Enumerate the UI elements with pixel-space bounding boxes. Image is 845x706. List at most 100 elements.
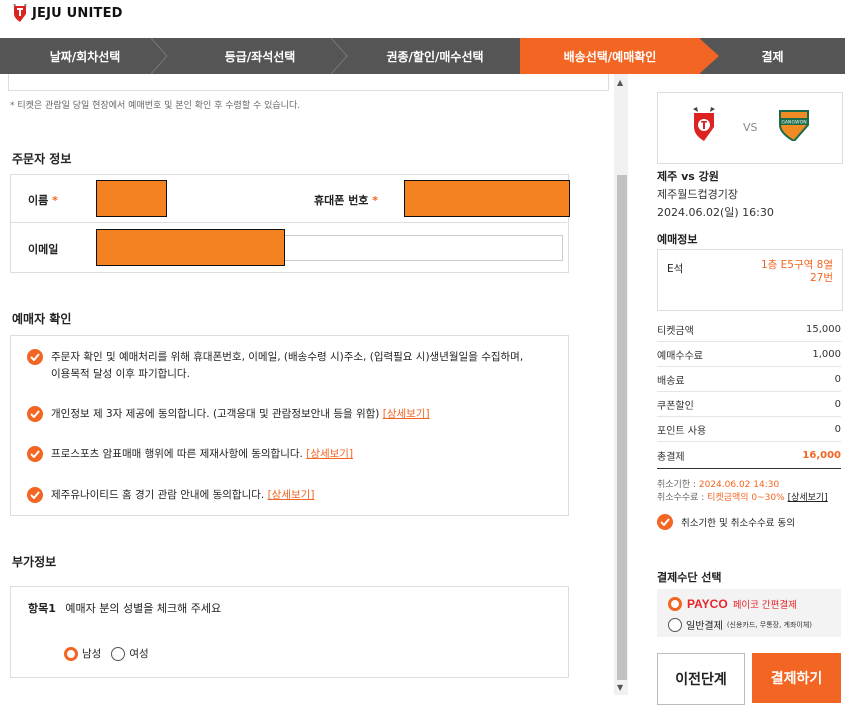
cancel-deadline-label: 취소기한 : bbox=[657, 480, 699, 490]
prev-step-button[interactable]: 이전단계 bbox=[657, 653, 745, 705]
step-seat: 등급/좌석선택 bbox=[170, 38, 350, 74]
detail-link[interactable]: [상세보기] bbox=[268, 489, 315, 501]
match-title: 제주 vs 강원 bbox=[657, 170, 719, 183]
step-label: 등급/좌석선택 bbox=[224, 49, 296, 64]
email-redacted bbox=[96, 229, 285, 266]
general-note: (신용카드, 무통장, 계좌이체) bbox=[726, 620, 813, 629]
step-date: 날짜/회차선택 bbox=[0, 38, 170, 74]
step-label: 결제 bbox=[761, 49, 784, 64]
price-label: 티켓금액 bbox=[657, 325, 694, 337]
pickup-notice: * 티켓은 관람일 당일 현장에서 예매번호 및 본인 확인 후 수령할 수 있… bbox=[10, 101, 301, 111]
price-list: 티켓금액 15,000 예매수수료 1,000 배송료 0 쿠폰할인 0 포인트 사용 0… bbox=[657, 317, 841, 469]
agree-text: 프로스포츠 암표매매 행위에 따른 제재사항에 동의합니다. bbox=[51, 448, 303, 460]
step-progress-bar: 날짜/회차선택 등급/좌석선택 권종/할인/매수선택 배송선택/예매확인 결제 bbox=[0, 38, 845, 74]
check-icon[interactable] bbox=[27, 487, 43, 503]
divider bbox=[11, 222, 567, 223]
cancel-agree-text: 취소기한 및 취소수수료 동의 bbox=[681, 518, 795, 529]
scroll-up-icon[interactable]: ▲ bbox=[617, 78, 623, 87]
payment-payco-option[interactable]: PAYCO 페이코 간편결제 bbox=[668, 597, 797, 611]
agree-text: 이용목적 달성 이후 파기합니다. bbox=[51, 368, 190, 380]
option-female-label[interactable]: 여성 bbox=[129, 646, 148, 661]
payco-logo: PAYCO bbox=[687, 597, 728, 611]
cancel-agree-item[interactable]: 취소기한 및 취소수수료 동의 bbox=[657, 514, 795, 530]
step-label: 날짜/회차선택 bbox=[49, 49, 121, 64]
radio-payco[interactable] bbox=[668, 597, 682, 611]
seat-line1: 1층 E5구역 8열 bbox=[761, 259, 833, 271]
match-logos-box: VS GANGWON bbox=[657, 92, 843, 164]
step-payment: 결제 bbox=[700, 38, 845, 74]
radio-male[interactable] bbox=[64, 646, 78, 661]
price-value: 0 bbox=[834, 398, 841, 410]
step-chevron-icon bbox=[330, 38, 348, 74]
jeju-emblem-icon bbox=[13, 4, 27, 22]
detail-link[interactable]: [상세보기] bbox=[383, 408, 430, 420]
price-label: 포인트 사용 bbox=[657, 425, 707, 437]
agree-scalping-item[interactable]: 프로스포츠 암표매매 행위에 따른 제재사항에 동의합니다. [상세보기] bbox=[27, 446, 557, 463]
step-chevron-icon bbox=[150, 38, 168, 74]
price-row-delivery: 배송료 0 bbox=[657, 367, 841, 392]
radio-general[interactable] bbox=[668, 617, 682, 632]
phone-label-text: 휴대폰 번호 bbox=[314, 194, 369, 207]
option-male-label[interactable]: 남성 bbox=[82, 646, 101, 661]
cancel-deadline-value: 2024.06.02 14:30 bbox=[698, 480, 780, 490]
price-row-point: 포인트 사용 0 bbox=[657, 417, 841, 442]
match-venue: 제주월드컵경기장 bbox=[657, 188, 738, 201]
gender-options: 남성 여성 bbox=[64, 646, 149, 661]
brand-logo[interactable]: JEJU UNITED bbox=[12, 2, 123, 24]
item-question: 예매자 분의 성별을 체크해 주세요 bbox=[65, 602, 222, 615]
confirm-title: 예매자 확인 bbox=[12, 312, 72, 326]
price-row-fee: 예매수수료 1,000 bbox=[657, 342, 841, 367]
check-icon[interactable] bbox=[27, 406, 43, 422]
agree-text: 개인정보 제 3자 제공에 동의합니다. (고객응대 및 관람정보안내 등을 위… bbox=[51, 408, 380, 420]
jeju-team-logo-icon bbox=[693, 107, 715, 141]
orderer-title: 주문자 정보 bbox=[12, 152, 72, 166]
check-icon[interactable] bbox=[27, 446, 43, 462]
price-label: 배송료 bbox=[657, 375, 685, 387]
price-label: 쿠폰할인 bbox=[657, 400, 694, 412]
scroll-down-icon[interactable]: ▼ bbox=[617, 683, 623, 692]
agree-text: 제주유나이티드 홈 경기 관람 안내에 동의합니다. bbox=[51, 489, 265, 501]
check-icon[interactable] bbox=[27, 349, 43, 365]
agree-collect-item[interactable]: 주문자 확인 및 예매처리를 위해 휴대폰번호, 이메일, (배송수령 시)주소… bbox=[27, 349, 557, 383]
phone-input-redacted[interactable] bbox=[404, 180, 570, 217]
booking-info-box: E석 1층 E5구역 8열 27번 bbox=[657, 249, 843, 311]
payco-desc: 페이코 간편결제 bbox=[732, 600, 797, 611]
required-mark: * bbox=[372, 194, 379, 207]
check-icon[interactable] bbox=[657, 514, 673, 530]
step-label: 권종/할인/매수선택 bbox=[386, 49, 484, 64]
seat-position: 1층 E5구역 8열 27번 bbox=[761, 259, 833, 285]
match-datetime: 2024.06.02(일) 16:30 bbox=[657, 206, 774, 219]
agree-home-guide-item[interactable]: 제주유나이티드 홈 경기 관람 안내에 동의합니다. [상세보기] bbox=[27, 487, 557, 504]
cancel-fee-value: 티켓금액의 0~30% bbox=[707, 493, 785, 503]
total-label: 총결제 bbox=[657, 451, 685, 463]
general-label: 일반결제 bbox=[686, 621, 723, 632]
price-value: 1,000 bbox=[812, 348, 841, 360]
vs-text: VS bbox=[743, 121, 758, 134]
step-delivery-active: 배송선택/예매확인 bbox=[520, 38, 719, 74]
price-label: 예매수수료 bbox=[657, 350, 703, 362]
step-chevron-icon bbox=[699, 38, 719, 74]
gangwon-team-logo-icon: GANGWON bbox=[779, 110, 809, 141]
detail-link[interactable]: [상세보기] bbox=[306, 448, 353, 460]
name-label: 이름 * bbox=[28, 192, 58, 208]
payment-general-option[interactable]: 일반결제 (신용카드, 무통장, 계좌이체) bbox=[668, 617, 812, 632]
step-ticket-type: 권종/할인/매수선택 bbox=[350, 38, 520, 74]
booking-title: 예매정보 bbox=[657, 233, 698, 246]
cancel-detail-link[interactable]: [상세보기] bbox=[788, 493, 828, 503]
cancel-policy: 취소기한 : 2024.06.02 14:30 취소수수료 : 티켓금액의 0~… bbox=[657, 479, 843, 505]
required-mark: * bbox=[52, 194, 58, 207]
scrollbar-thumb[interactable] bbox=[617, 175, 627, 680]
item-label: 항목1 bbox=[28, 602, 56, 615]
step-label: 배송선택/예매확인 bbox=[563, 49, 657, 64]
brand-name: JEJU UNITED bbox=[32, 5, 123, 21]
pay-button[interactable]: 결제하기 bbox=[752, 653, 841, 703]
extra-title: 부가정보 bbox=[12, 555, 57, 569]
phone-label: 휴대폰 번호 * bbox=[314, 192, 378, 208]
extra-item: 항목1 예매자 분의 성별을 체크해 주세요 bbox=[28, 600, 221, 616]
gangwon-logo-text: GANGWON bbox=[781, 120, 806, 126]
cancel-fee-label: 취소수수료 : bbox=[657, 493, 708, 503]
price-value: 0 bbox=[834, 373, 841, 385]
radio-female[interactable] bbox=[111, 646, 126, 661]
name-input-redacted[interactable] bbox=[96, 180, 167, 217]
agree-third-party-item[interactable]: 개인정보 제 3자 제공에 동의합니다. (고객응대 및 관람정보안내 등을 위… bbox=[27, 406, 557, 423]
